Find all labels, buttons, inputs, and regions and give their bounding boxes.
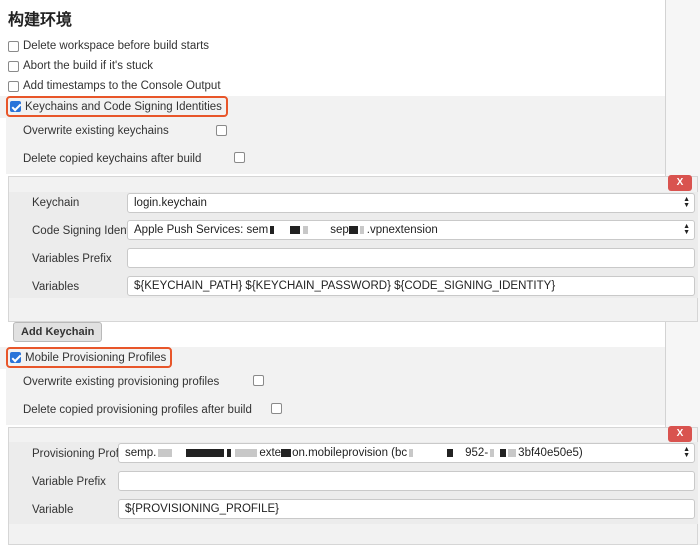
redaction (359, 225, 364, 234)
redaction (303, 225, 309, 234)
overwrite-keychains-checkbox[interactable] (216, 125, 227, 136)
delete-keychain-button[interactable]: X (668, 175, 692, 191)
overwrite-profiles-checkbox[interactable] (252, 375, 264, 386)
delete-keychains-checkbox[interactable] (234, 152, 246, 163)
variables-label: Variables (32, 281, 80, 293)
option-add-timestamps[interactable]: Add timestamps to the Console Output (8, 77, 221, 95)
option-delete-workspace[interactable]: Delete workspace before build starts (8, 37, 209, 55)
keychain-select[interactable]: login.keychain ▲ ▼ (127, 193, 695, 213)
select-arrows-icon: ▲ ▼ (683, 196, 690, 209)
redaction (490, 448, 495, 457)
redaction (158, 448, 173, 457)
overwrite-keychains-label: Overwrite existing keychains (23, 125, 169, 137)
abort-stuck-checkbox[interactable] (8, 60, 19, 72)
redaction (348, 225, 358, 234)
delete-profiles-label: Delete copied provisioning profiles afte… (23, 404, 252, 416)
identity-select[interactable]: Apple Push Services: sem sep .vpnextension… (127, 220, 695, 240)
variables-input[interactable]: ${KEYCHAIN_PATH} ${KEYCHAIN_PASSWORD} ${… (127, 276, 695, 296)
redaction (500, 448, 507, 457)
profile-select[interactable]: semp. exte on.mobileprovision (bc 952- 3bf40… (118, 443, 695, 463)
identity-label: Code Signing Identity (32, 225, 142, 237)
variable-prefix-input[interactable] (118, 471, 695, 491)
redaction (281, 448, 292, 457)
overwrite-profiles-label: Overwrite existing provisioning profiles (23, 376, 220, 388)
option-keychains[interactable]: Keychains and Code Signing Identities (6, 96, 228, 117)
variables-prefix-label: Variables Prefix (32, 253, 112, 265)
redaction (290, 225, 301, 234)
redaction (508, 448, 517, 457)
variable-label: Variable (32, 504, 74, 516)
keychain-label: Keychain (32, 197, 80, 209)
delete-profiles-checkbox[interactable] (271, 403, 283, 414)
redaction (186, 448, 225, 457)
option-abort-stuck[interactable]: Abort the build if it's stuck (8, 57, 153, 75)
redaction (409, 448, 414, 457)
delete-profile-button[interactable]: X (668, 426, 692, 442)
add-keychain-button[interactable]: Add Keychain (13, 322, 103, 342)
page-title: 构建环境 (8, 10, 73, 29)
variable-prefix-label: Variable Prefix (32, 476, 106, 488)
redaction (235, 448, 258, 457)
variable-input[interactable]: ${PROVISIONING_PROFILE} (118, 499, 695, 519)
delete-keychains-label: Delete copied keychains after build (23, 153, 202, 165)
delete-workspace-checkbox[interactable] (8, 40, 19, 52)
profile-label: Provisioning Profile (32, 448, 131, 460)
option-mobile-provisioning[interactable]: Mobile Provisioning Profiles (6, 347, 173, 368)
mobile-provisioning-checkbox[interactable] (10, 352, 21, 363)
add-timestamps-checkbox[interactable] (8, 80, 19, 92)
select-arrows-icon: ▲ ▼ (683, 223, 690, 236)
redaction (447, 448, 454, 457)
redaction (270, 225, 275, 234)
keychains-checkbox[interactable] (10, 101, 21, 112)
redaction (227, 448, 232, 457)
select-arrows-icon: ▲ ▼ (683, 446, 690, 459)
variables-prefix-input[interactable] (127, 248, 695, 268)
